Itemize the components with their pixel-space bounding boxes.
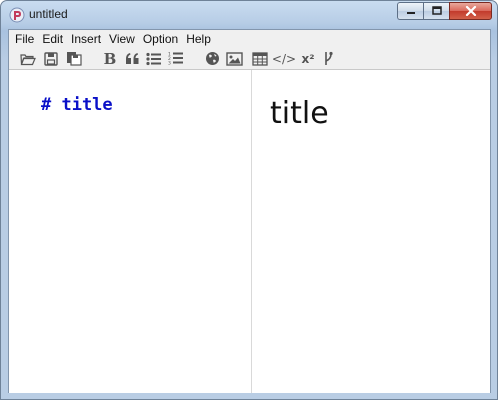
editor-text[interactable]: # title	[41, 95, 113, 115]
menu-help[interactable]: Help	[183, 30, 214, 48]
menu-option[interactable]: Option	[140, 30, 181, 48]
menu-view[interactable]: View	[106, 30, 138, 48]
minimize-button[interactable]	[397, 2, 423, 20]
markdown-editor[interactable]: # title	[9, 70, 252, 393]
minimize-icon	[406, 12, 415, 14]
close-icon	[465, 6, 476, 16]
content-area: # title title	[9, 69, 490, 393]
superscript-icon[interactable]: x²	[299, 50, 317, 68]
preview-pane: title	[253, 70, 490, 393]
client-area: File Edit Insert View Option Help B 1 2 …	[8, 29, 491, 393]
save-icon[interactable]	[42, 50, 60, 68]
window-controls	[397, 2, 492, 20]
link-globe-icon[interactable]	[203, 50, 221, 68]
close-button[interactable]	[449, 2, 492, 20]
svg-text:3: 3	[168, 61, 171, 67]
bold-icon[interactable]: B	[101, 50, 119, 68]
menu-edit[interactable]: Edit	[39, 30, 66, 48]
numbered-list-icon[interactable]: 123	[167, 50, 185, 68]
branch-icon[interactable]	[319, 50, 337, 68]
bullet-list-icon[interactable]	[145, 50, 163, 68]
image-icon[interactable]	[225, 50, 243, 68]
maximize-button[interactable]	[423, 2, 449, 20]
table-icon[interactable]	[251, 50, 269, 68]
preview-heading: title	[270, 96, 329, 131]
menu-bar: File Edit Insert View Option Help	[9, 30, 490, 48]
blockquote-icon[interactable]	[123, 50, 141, 68]
app-window: untitled File Edit Insert View Option He…	[0, 0, 498, 400]
window-title: untitled	[29, 7, 68, 21]
open-folder-icon[interactable]	[19, 50, 37, 68]
app-logo-icon	[9, 7, 25, 23]
maximize-icon	[431, 6, 442, 15]
code-icon[interactable]: </>	[272, 50, 296, 68]
menu-file[interactable]: File	[12, 30, 37, 48]
title-bar[interactable]: untitled	[1, 1, 497, 29]
toolbar: B 123 </> x²	[9, 48, 490, 69]
menu-insert[interactable]: Insert	[68, 30, 104, 48]
save-as-icon[interactable]	[65, 50, 83, 68]
